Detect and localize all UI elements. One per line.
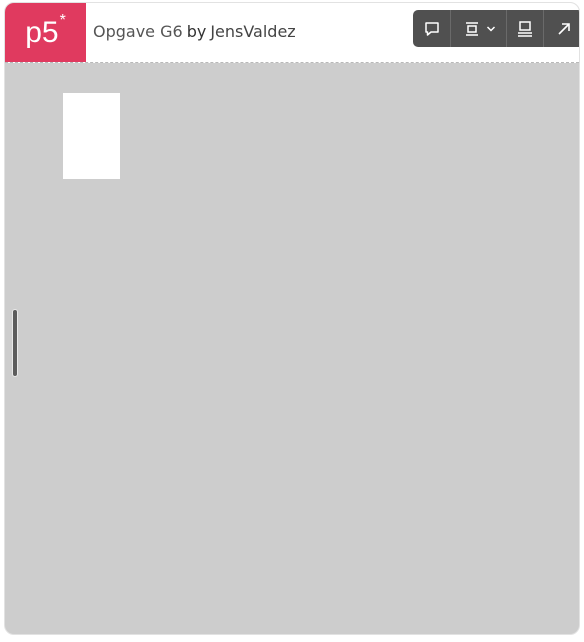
fullscreen-layout-icon	[516, 20, 534, 38]
by-label: by	[186, 22, 207, 41]
embed-toolbar	[413, 10, 579, 47]
open-external-button[interactable]	[544, 10, 579, 47]
sketch-title-line: Opgave G6 by JensValdez	[93, 22, 296, 41]
embed-layout-icon	[462, 20, 482, 38]
sketch-rectangle	[63, 93, 120, 179]
open-external-icon	[555, 20, 573, 38]
author-link[interactable]: JensValdez	[210, 22, 295, 41]
resize-handle[interactable]	[12, 309, 18, 377]
p5-logo[interactable]: p5 *	[5, 3, 86, 62]
embed-frame: p5 * Opgave G6 by JensValdez	[4, 2, 580, 635]
sketch-title[interactable]: Opgave G6	[93, 22, 183, 41]
chevron-down-icon	[486, 25, 496, 33]
embed-layout-button[interactable]	[451, 10, 508, 47]
sketch-header: p5 * Opgave G6 by JensValdez	[5, 3, 579, 63]
logo-text: p5	[25, 15, 59, 49]
comment-button[interactable]	[413, 10, 452, 47]
fullscreen-layout-button[interactable]	[507, 10, 544, 47]
comment-icon	[423, 20, 441, 38]
logo-star: *	[59, 11, 66, 29]
